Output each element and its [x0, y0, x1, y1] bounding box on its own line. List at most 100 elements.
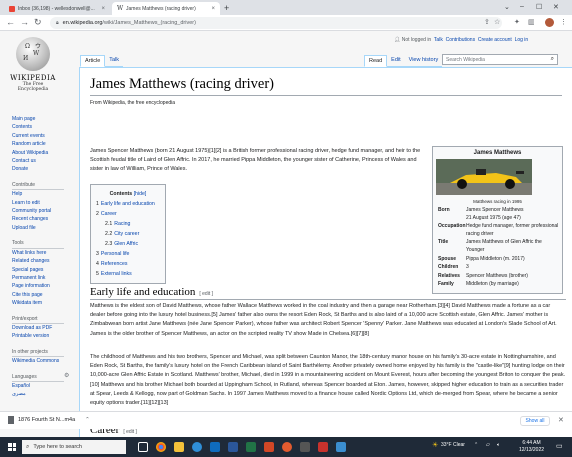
create-account-link[interactable]: Create account	[478, 37, 512, 43]
toc-item[interactable]: 2.1 Racing	[96, 219, 160, 229]
sidepanel-icon[interactable]: ▥	[528, 18, 535, 26]
toc-item-label[interactable]: Personal life	[101, 251, 130, 257]
toc-item-label[interactable]: City career	[114, 231, 139, 237]
sidebar-item-1[interactable]: Printable version	[12, 332, 74, 340]
back-button[interactable]: ←	[6, 17, 15, 27]
toc-item[interactable]: 4 References	[96, 259, 160, 269]
excel-icon[interactable]	[246, 442, 256, 452]
address-bar[interactable]: 🔒︎ en.wikipedia.org /wiki/James_Matthews…	[50, 17, 502, 29]
task-view-icon[interactable]	[138, 442, 148, 452]
edge-icon[interactable]	[192, 442, 202, 452]
edit-section-link[interactable]: [ edit ]	[199, 291, 213, 297]
close-icon[interactable]: ✕	[558, 416, 564, 424]
chevron-up-icon[interactable]: ⌃	[85, 417, 90, 423]
tab-edit[interactable]: Edit	[387, 55, 405, 67]
weather-icon[interactable]: ☀	[432, 441, 438, 449]
sidebar-item-1[interactable]: Learn to edit	[12, 199, 74, 207]
edit-section-link[interactable]: [ edit ]	[123, 429, 137, 435]
media-player-icon[interactable]	[282, 442, 292, 452]
toc-hide-link[interactable]: [hide]	[134, 191, 147, 197]
mail-icon[interactable]	[210, 442, 220, 452]
toc-item-label[interactable]: Career	[101, 211, 117, 217]
toc-item[interactable]: 5 External links	[96, 269, 160, 279]
clock[interactable]: 6:44 AM 12/13/2022	[519, 440, 544, 454]
tab-talk[interactable]: Talk	[105, 55, 124, 67]
toc-item-label[interactable]: Racing	[114, 221, 130, 227]
sidebar-item-5[interactable]: Cite this page	[12, 291, 74, 299]
app-icon[interactable]	[336, 442, 346, 452]
wikipedia-logo[interactable]: ΩWИウ WIKIPEDIA The Free Encyclopedia	[8, 37, 58, 92]
toc-item-label[interactable]: External links	[101, 271, 132, 277]
sidebar-item-6[interactable]: Donate	[12, 165, 74, 173]
sidebar-item-1[interactable]: Related changes	[12, 257, 74, 265]
sidebar-item-1[interactable]: Contents	[12, 123, 74, 131]
sidebar-item-3[interactable]: Permanent link	[12, 274, 74, 282]
weather-text[interactable]: 33°F Clear	[441, 442, 465, 448]
close-icon[interactable]: ×	[211, 6, 215, 12]
sidebar-item-4[interactable]: Upload file	[12, 224, 74, 232]
forward-button[interactable]: →	[20, 17, 29, 27]
toc-item[interactable]: 1 Early life and education	[96, 199, 160, 209]
windows-start-icon[interactable]	[8, 443, 16, 451]
sidebar-item-0[interactable]: Help	[12, 190, 74, 198]
minimize-button[interactable]: –	[520, 3, 524, 10]
toc-item-label[interactable]: References	[101, 261, 128, 267]
sidebar-language-0[interactable]: Español	[12, 382, 74, 390]
sidebar-item-3[interactable]: Random article	[12, 140, 74, 148]
search-input[interactable]: Search Wikipedia ⌕	[442, 54, 558, 65]
chevron-up-icon[interactable]: ⌃	[474, 442, 478, 448]
tab-gmail[interactable]: Inbox (36,198) - wellesdonwell@... ×	[4, 2, 110, 15]
sidebar-item-0[interactable]: What links here	[12, 249, 74, 257]
tab-wikipedia[interactable]: W James Matthews (racing driver) ×	[112, 2, 220, 15]
gear-icon[interactable]: ⚙	[64, 372, 69, 380]
terminal-icon[interactable]	[300, 442, 310, 452]
tab-search-icon[interactable]: ⌄	[504, 3, 510, 11]
tab-article[interactable]: Article	[80, 55, 106, 67]
window-close-button[interactable]: ✕	[553, 3, 559, 11]
sidebar-item-6[interactable]: Wikidata item	[12, 299, 74, 307]
sidebar-item-0[interactable]: Main page	[12, 115, 74, 123]
notification-icon[interactable]: ▭	[556, 442, 563, 450]
sidebar-item-4[interactable]: About Wikipedia	[12, 149, 74, 157]
network-icon[interactable]: ▱	[486, 442, 490, 448]
taskbar-search-input[interactable]: ⌕ Type here to search	[22, 440, 126, 454]
toc-item[interactable]: 3 Personal life	[96, 249, 160, 259]
show-all-button[interactable]: Show all	[520, 416, 550, 426]
volume-icon[interactable]: 🔈︎	[497, 442, 500, 448]
toc-item[interactable]: 2 Career	[96, 209, 160, 219]
file-explorer-icon[interactable]	[174, 442, 184, 452]
bookmark-star-icon[interactable]: ☆	[494, 18, 500, 26]
sidebar-item-2[interactable]: Current events	[12, 132, 74, 140]
toc-item-label[interactable]: Early life and education	[101, 201, 155, 207]
sidebar-item-0[interactable]: Download as PDF	[12, 324, 74, 332]
sidebar-item-2[interactable]: Special pages	[12, 266, 74, 274]
maximize-button[interactable]: ☐	[536, 3, 542, 11]
sidebar-item-5[interactable]: Contact us	[12, 157, 74, 165]
menu-kebab-icon[interactable]: ⋮	[560, 18, 567, 26]
sidebar-item-4[interactable]: Page information	[12, 282, 74, 290]
chrome-icon[interactable]	[156, 442, 166, 452]
new-tab-button[interactable]: +	[224, 3, 229, 13]
tab-view-history[interactable]: View history	[404, 55, 443, 67]
profile-avatar[interactable]	[545, 18, 554, 27]
sidebar-item-3[interactable]: Recent changes	[12, 215, 74, 223]
word-icon[interactable]	[228, 442, 238, 452]
reload-button[interactable]: ↻	[34, 17, 42, 28]
sidebar-item-2[interactable]: Community portal	[12, 207, 74, 215]
toc-item[interactable]: 2.2 City career	[96, 229, 160, 239]
download-item[interactable]: 1876 Fourth St N...m4a ⌃	[8, 416, 90, 424]
sidebar-item-0[interactable]: Wikimedia Commons	[12, 357, 74, 365]
close-icon[interactable]: ×	[101, 6, 105, 12]
log-in-link[interactable]: Log in	[515, 37, 529, 43]
extensions-icon[interactable]: ✦	[514, 18, 520, 26]
powerpoint-icon[interactable]	[264, 442, 274, 452]
share-icon[interactable]: ⇪	[484, 18, 490, 26]
toc-item-label[interactable]: Glen Affric	[114, 241, 138, 247]
sidebar-language-1[interactable]: مصرى	[12, 390, 74, 398]
app-icon[interactable]	[318, 442, 328, 452]
talk-link[interactable]: Talk	[434, 37, 443, 43]
contributions-link[interactable]: Contributions	[446, 37, 475, 43]
race-car-photo[interactable]	[436, 159, 532, 195]
search-icon[interactable]: ⌕	[551, 56, 554, 63]
toc-item[interactable]: 2.3 Glen Affric	[96, 239, 160, 249]
